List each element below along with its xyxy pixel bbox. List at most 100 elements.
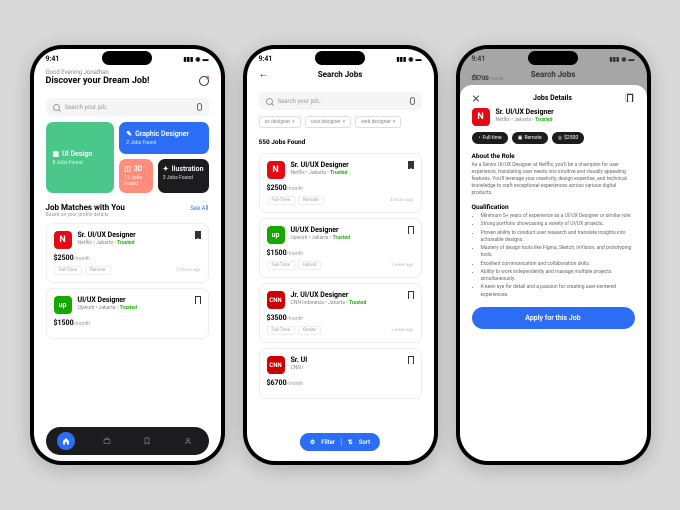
qualification-item: Strong portfolio showcasing a variety of… — [481, 221, 635, 228]
job-card[interactable]: CNN Sr. UI CNN I $6700/month — [259, 348, 422, 399]
bookmark-icon — [627, 94, 633, 102]
close-button[interactable] — [472, 94, 480, 102]
company-logo: up — [54, 296, 72, 314]
job-salary: $1500/month — [54, 319, 201, 327]
chip-remove-icon[interactable]: × — [393, 119, 396, 125]
status-time: 9:41 — [259, 55, 273, 63]
job-tag: Full-Time — [267, 261, 295, 270]
category-illustration[interactable]: ✦Ilustration 3 Jobs Found — [158, 159, 209, 193]
qualification-item: Mastery of design tools like Figma, Sket… — [481, 245, 635, 260]
job-detail-sheet: Jobs Details N Sr. UI/UX Designer Netfli… — [460, 85, 647, 461]
job-title: Sr. UI/UX Designer — [78, 231, 189, 239]
search-icon — [266, 98, 273, 105]
nav-jobs[interactable] — [98, 432, 116, 450]
filter-chip[interactable]: uiux designer× — [305, 116, 351, 128]
see-all-link[interactable]: See All — [190, 205, 208, 212]
company-logo: CNN — [267, 356, 285, 374]
bookmark-icon[interactable] — [408, 226, 414, 234]
job-salary: $1500/month — [267, 249, 414, 257]
signal-icon: ▮▮▮ — [183, 56, 193, 63]
job-title: Sr. UI/UX Designer — [496, 108, 635, 116]
filter-sort-button[interactable]: ⚙ Filter ⇅ Sort — [300, 433, 380, 451]
job-tag: Full-Time — [54, 266, 82, 275]
job-meta: Netflix • Jakarta • Trusted — [291, 170, 402, 176]
battery-icon: ▬ — [203, 56, 209, 63]
wifi-icon: ◉ — [195, 56, 200, 63]
job-salary: $2500/month — [54, 254, 201, 262]
filter-label: Filter — [321, 439, 335, 446]
category-3d[interactable]: ◫3D 12 Jobs Found — [119, 159, 153, 193]
job-card[interactable]: N Sr. UI/UX Designer Netflix • Jakarta •… — [46, 223, 209, 283]
job-tag: Onsite — [298, 326, 321, 335]
pill-mode: ▣Remote — [512, 132, 548, 144]
job-meta: Netflix • Jakarta • Trusted — [496, 117, 635, 123]
job-card[interactable]: N Sr. UI/UX Designer Netflix • Jakarta •… — [259, 153, 422, 213]
money-icon: ◎ — [558, 135, 562, 141]
remote-icon: ▣ — [518, 135, 523, 141]
chip-remove-icon[interactable]: × — [292, 119, 295, 125]
search-input[interactable]: Search your job.. — [46, 98, 209, 116]
company-logo: up — [267, 226, 285, 244]
bookmark-icon[interactable] — [195, 296, 201, 304]
search-placeholder: Search your job.. — [65, 104, 109, 111]
sheet-title: Jobs Details — [533, 94, 572, 102]
apply-button[interactable]: Apply for this Job — [472, 307, 635, 329]
filter-chip[interactable]: web designer× — [355, 116, 401, 128]
job-meta: Upwork • Jakarta • Trusted — [291, 235, 402, 241]
job-meta: Netflix • Jakarta • Trusted — [78, 240, 189, 246]
job-salary: $3500/month — [267, 314, 414, 322]
greeting-text: Good Evening Jonathan — [46, 69, 209, 76]
job-time: 3 hours ago — [390, 198, 414, 203]
bookmark-button[interactable] — [625, 93, 634, 102]
job-meta: CNN Indonesia • Jakarta • Trusted — [291, 300, 402, 306]
nav-profile[interactable] — [179, 432, 197, 450]
bookmark-icon[interactable] — [408, 356, 414, 364]
pill-type: ◔Full-time — [472, 132, 508, 144]
phone-home: 9:41 ▮▮▮ ◉ ▬ Good Evening Jonathan Disco… — [30, 45, 225, 465]
dynamic-island — [528, 51, 578, 65]
pill-salary: ◎$2500 — [552, 132, 584, 144]
category-graphic-designer[interactable]: ✎Graphic Designer 2 Jobs Found — [119, 122, 208, 154]
bookmark-icon[interactable] — [195, 231, 201, 239]
job-title: UI/UX Designer — [78, 296, 189, 304]
category-ui-design[interactable]: ▦UI Design 8 Jobs Found — [46, 122, 115, 193]
job-title: Jr. UI/UX Designer — [291, 291, 402, 299]
bookmark-icon[interactable] — [408, 291, 414, 299]
qualification-heading: Qualification — [472, 203, 635, 211]
cube-icon: ◫ — [124, 165, 131, 173]
sparkle-icon: ✦ — [163, 165, 169, 173]
bookmark-icon[interactable] — [408, 161, 414, 169]
sort-icon: ⇅ — [348, 439, 353, 446]
job-card[interactable]: up UI/UX Designer Upwork • Jakarta • Tru… — [259, 218, 422, 278]
phone-search: 9:41 ▮▮▮◉▬ ← Search Jobs Search your job… — [243, 45, 438, 465]
filter-chip[interactable]: ux designer× — [259, 116, 301, 128]
about-heading: About the Role — [472, 152, 635, 160]
job-card[interactable]: CNN Jr. UI/UX Designer CNN Indonesia • J… — [259, 283, 422, 343]
job-tag: Full-Time — [267, 326, 295, 335]
mic-icon[interactable] — [410, 97, 415, 105]
matches-subtitle: Based on your profile details — [46, 212, 125, 218]
back-button[interactable]: ← — [259, 69, 269, 80]
search-placeholder: Search your job.. — [278, 98, 322, 105]
qualification-list: Minimum 5+ years of experience as a UI/U… — [472, 213, 635, 299]
results-count: 550 Jobs Found — [247, 128, 434, 148]
job-time: 2 Hours ago — [176, 268, 200, 273]
status-indicators: ▮▮▮ ◉ ▬ — [183, 56, 208, 63]
qualification-item: A keen eye for detail and a passion for … — [481, 284, 635, 299]
dynamic-island — [315, 51, 365, 65]
search-input[interactable]: Search your job.. — [259, 92, 422, 110]
mic-icon[interactable] — [197, 103, 202, 111]
status-time: 9:41 — [46, 55, 60, 63]
nav-home[interactable] — [57, 432, 75, 450]
nav-saved[interactable] — [138, 432, 156, 450]
company-logo: N — [54, 231, 72, 249]
headline-text: Discover your Dream Job! — [46, 76, 150, 86]
matches-title: Job Matches with You — [46, 203, 125, 212]
clock-icon: ◔ — [478, 135, 481, 141]
company-logo: N — [267, 161, 285, 179]
filter-icon: ⚙ — [310, 439, 315, 446]
job-salary: $2500/month — [267, 184, 414, 192]
job-card[interactable]: up UI/UX Designer Upwork • Jakarta • Tru… — [46, 288, 209, 339]
chip-remove-icon[interactable]: × — [342, 119, 345, 125]
notification-bell-icon[interactable] — [199, 76, 209, 86]
